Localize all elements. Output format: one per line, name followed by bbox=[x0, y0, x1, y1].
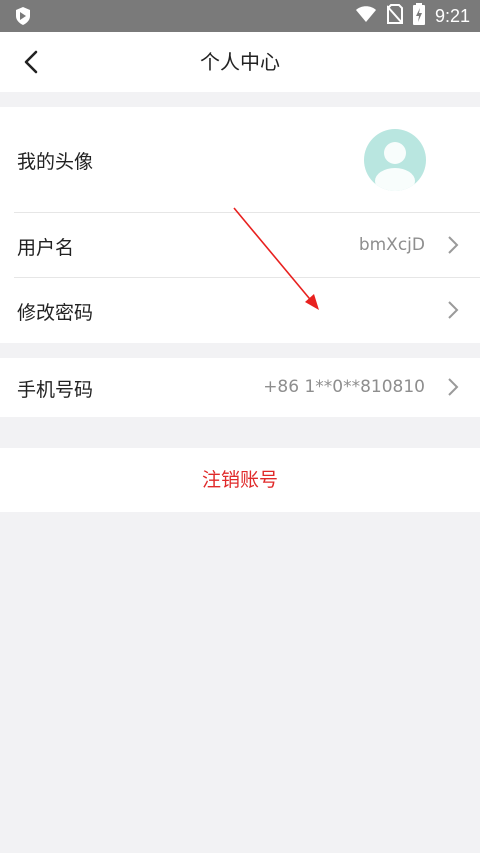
no-sim-icon bbox=[386, 4, 404, 28]
profile-group: 我的头像 用户名 bmXcjD 修改密码 bbox=[0, 107, 480, 343]
deactivate-account-button[interactable]: 注销账号 bbox=[0, 448, 480, 512]
phone-value: +86 1**0**810810 bbox=[263, 377, 425, 397]
nav-bar: 个人中心 bbox=[0, 32, 480, 92]
phone-label: 手机号码 bbox=[17, 379, 94, 401]
phone-row[interactable]: 手机号码 +86 1**0**810810 bbox=[0, 358, 480, 417]
status-time: 9:21 bbox=[434, 5, 470, 26]
avatar-label: 我的头像 bbox=[17, 151, 94, 173]
user-silhouette-icon bbox=[375, 142, 415, 191]
chevron-right-icon bbox=[446, 377, 460, 397]
phone-group: 手机号码 +86 1**0**810810 bbox=[0, 358, 480, 417]
avatar[interactable] bbox=[364, 129, 426, 191]
change-password-row[interactable]: 修改密码 bbox=[0, 278, 480, 343]
username-label: 用户名 bbox=[17, 237, 75, 259]
change-password-label: 修改密码 bbox=[17, 302, 94, 324]
shield-icon bbox=[14, 6, 32, 30]
status-bar: 9:21 bbox=[0, 0, 480, 32]
username-value: bmXcjD bbox=[358, 235, 425, 255]
chevron-right-icon bbox=[446, 300, 460, 320]
page-title: 个人中心 bbox=[200, 50, 280, 74]
battery-charging-icon bbox=[412, 3, 425, 29]
username-row[interactable]: 用户名 bmXcjD bbox=[0, 213, 480, 278]
avatar-row[interactable]: 我的头像 bbox=[0, 107, 480, 213]
wifi-icon bbox=[355, 5, 377, 27]
chevron-right-icon bbox=[446, 235, 460, 255]
